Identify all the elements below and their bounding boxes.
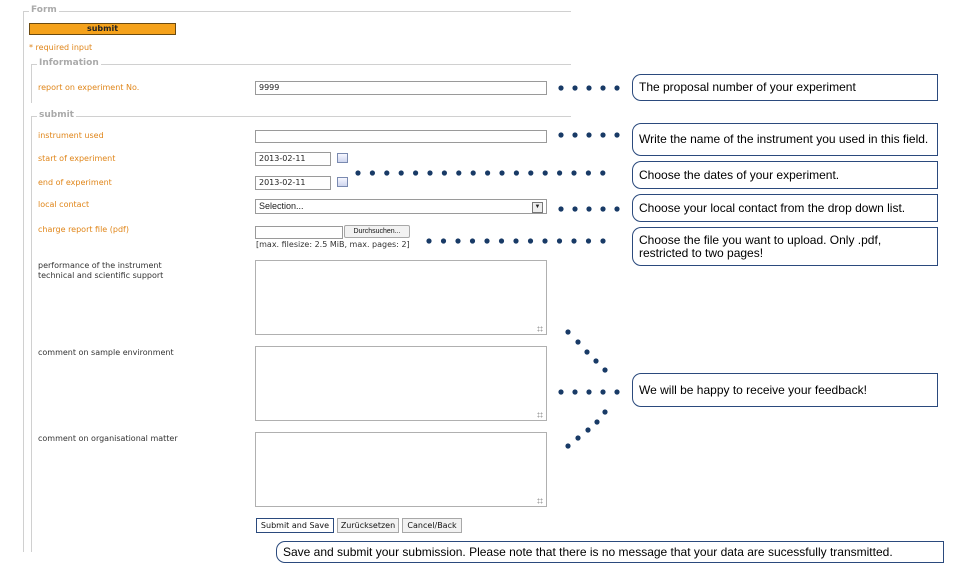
connector-dots	[355, 85, 620, 449]
